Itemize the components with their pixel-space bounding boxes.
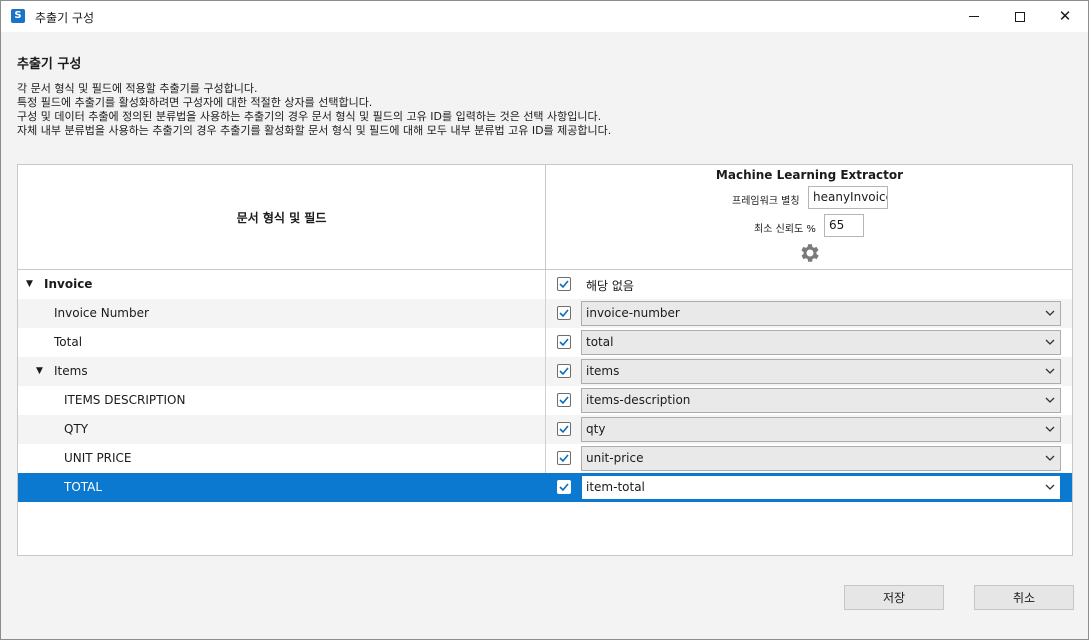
field-id-dropdown[interactable]: qty — [581, 417, 1061, 442]
field-cell: ▼ Items — [18, 357, 546, 386]
maximize-icon — [1015, 11, 1025, 22]
save-button[interactable]: 저장 — [844, 585, 944, 610]
field-cell: QTY — [18, 415, 546, 444]
chevron-down-icon — [1045, 368, 1055, 374]
app-icon: S — [11, 9, 25, 23]
enable-checkbox[interactable] — [557, 335, 571, 349]
field-label: Invoice — [44, 277, 93, 291]
dropdown-value: item-total — [586, 480, 645, 494]
enable-checkbox[interactable] — [557, 451, 571, 465]
check-icon — [559, 425, 569, 434]
field-label: ITEMS DESCRIPTION — [64, 393, 186, 407]
close-button[interactable]: ✕ — [1042, 1, 1088, 32]
enable-checkbox[interactable] — [557, 422, 571, 436]
table-row[interactable]: Total total — [18, 328, 1072, 357]
check-icon — [559, 309, 569, 318]
field-rows: ▼ Invoice 해당 없음 Invoice Number invoice-n… — [18, 270, 1072, 502]
check-icon — [559, 280, 569, 289]
field-cell: ▼ Invoice — [18, 270, 546, 299]
table-row[interactable]: ITEMS DESCRIPTION items-description — [18, 386, 1072, 415]
description: 각 문서 형식 및 필드에 적용할 추출기를 구성합니다. 특정 필드에 추출기… — [17, 82, 611, 138]
table-row[interactable]: QTY qty — [18, 415, 1072, 444]
extractor-grid: 문서 형식 및 필드 Machine Learning Extractor 프레… — [17, 164, 1073, 556]
field-id-dropdown[interactable]: items — [581, 359, 1061, 384]
collapse-caret-icon[interactable]: ▼ — [26, 279, 33, 289]
field-id-dropdown[interactable]: total — [581, 330, 1061, 355]
check-icon — [559, 483, 569, 492]
description-line: 각 문서 형식 및 필드에 적용할 추출기를 구성합니다. — [17, 82, 258, 95]
dropdown-value: items-description — [586, 393, 691, 407]
field-label: Total — [54, 335, 83, 349]
chevron-down-icon — [1045, 310, 1055, 316]
extractor-name: Machine Learning Extractor — [715, 168, 904, 182]
not-applicable-text: 해당 없음 — [586, 279, 634, 293]
enable-checkbox[interactable] — [557, 480, 571, 494]
description-line: 자체 내부 분류법을 사용하는 추출기의 경우 추출기를 활성화할 문서 형식 … — [17, 124, 612, 137]
field-label: UNIT PRICE — [64, 451, 132, 465]
field-id-dropdown[interactable]: unit-price — [581, 446, 1061, 471]
confidence-input[interactable]: 65 — [824, 214, 864, 237]
chevron-down-icon — [1045, 426, 1055, 432]
alias-label: 프레임워크 별칭 — [732, 196, 800, 207]
field-label: TOTAL — [64, 480, 103, 494]
field-cell: ITEMS DESCRIPTION — [18, 386, 546, 415]
field-label: Invoice Number — [54, 306, 149, 320]
table-row[interactable]: ▼ Invoice 해당 없음 — [18, 270, 1072, 299]
enable-checkbox[interactable] — [557, 277, 571, 291]
field-label: QTY — [64, 422, 89, 436]
close-icon: ✕ — [1058, 7, 1072, 25]
alias-input[interactable]: heanyInvoice — [808, 186, 888, 209]
title-bar[interactable]: S 추출기 구성 ✕ — [1, 1, 1088, 32]
check-icon — [559, 396, 569, 405]
field-cell: Invoice Number — [18, 299, 546, 328]
chevron-down-icon — [1045, 484, 1055, 490]
description-line: 구성 및 데이터 추출에 정의된 분류법을 사용하는 추출기의 경우 문서 형식… — [17, 110, 602, 123]
window-title: 추출기 구성 — [35, 11, 95, 25]
enable-checkbox[interactable] — [557, 364, 571, 378]
check-icon — [559, 367, 569, 376]
cancel-button[interactable]: 취소 — [974, 585, 1074, 610]
confidence-label: 최소 신뢰도 % — [754, 224, 816, 235]
table-row[interactable]: UNIT PRICE unit-price — [18, 444, 1072, 473]
extractor-config-window: S 추출기 구성 ✕ 추출기 구성 각 문서 형식 및 필드에 적용할 추출기를… — [0, 0, 1089, 640]
dropdown-value: items — [586, 364, 620, 378]
enable-checkbox[interactable] — [557, 306, 571, 320]
table-row[interactable]: ▼ Items items — [18, 357, 1072, 386]
field-cell: UNIT PRICE — [18, 444, 546, 473]
page-heading: 추출기 구성 — [17, 57, 82, 72]
check-icon — [559, 338, 569, 347]
field-cell: TOTAL — [18, 473, 546, 502]
field-id-dropdown[interactable]: item-total — [581, 475, 1061, 500]
description-line: 특정 필드에 추출기를 활성화하려면 구성자에 대한 적절한 상자를 선택합니다… — [17, 96, 373, 109]
field-id-dropdown[interactable]: invoice-number — [581, 301, 1061, 326]
table-row-selected[interactable]: TOTAL item-total — [18, 473, 1072, 502]
collapse-caret-icon[interactable]: ▼ — [36, 366, 43, 376]
chevron-down-icon — [1045, 397, 1055, 403]
dropdown-value: qty — [586, 422, 606, 436]
field-label: Items — [54, 364, 88, 378]
dropdown-value: invoice-number — [586, 306, 680, 320]
dropdown-value: unit-price — [586, 451, 644, 465]
chevron-down-icon — [1045, 455, 1055, 461]
dropdown-value: total — [586, 335, 614, 349]
extractor-column-header: Machine Learning Extractor 프레임워크 별칭 hean… — [546, 165, 1072, 270]
field-cell: Total — [18, 328, 546, 357]
table-row[interactable]: Invoice Number invoice-number — [18, 299, 1072, 328]
fields-column-header: 문서 형식 및 필드 — [18, 165, 546, 270]
check-icon — [559, 454, 569, 463]
minimize-button[interactable] — [951, 1, 997, 32]
maximize-button[interactable] — [997, 1, 1043, 32]
field-id-dropdown[interactable]: items-description — [581, 388, 1061, 413]
chevron-down-icon — [1045, 339, 1055, 345]
gear-icon[interactable] — [797, 241, 821, 265]
minimize-icon — [969, 16, 979, 17]
enable-checkbox[interactable] — [557, 393, 571, 407]
